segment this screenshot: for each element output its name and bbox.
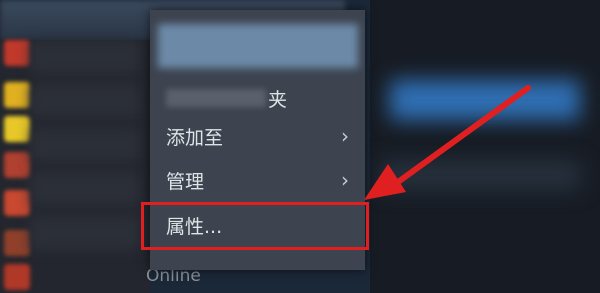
annotation-arrow-icon	[364, 85, 531, 200]
